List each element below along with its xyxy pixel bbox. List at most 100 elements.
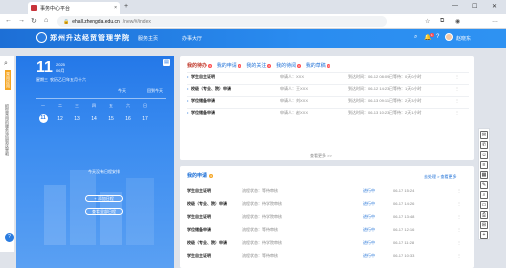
applications-more-link[interactable]: 去处理 > 查看更多 [424,174,457,180]
task-arrival-time: 到达时间：06-13 10:23 [348,110,390,115]
application-status: 进行中 [363,240,375,245]
task-row[interactable]: • 校级（专业、院）申请 申请人：王XXX 到达时间：06-12 14:23 已… [187,84,469,92]
search-icon[interactable]: ⌕ [414,34,417,41]
close-tab-icon[interactable]: × [114,5,117,11]
application-title[interactable]: 校级（专业、院）申请 [187,199,227,208]
browser-tab[interactable]: 事务中心平台 × [28,2,120,14]
add-event-button[interactable]: + 添加日程 [85,195,123,202]
campus-illustration [44,170,154,245]
plus-icon[interactable]: + [480,231,488,239]
new-tab-button[interactable]: + [124,3,128,10]
application-row[interactable]: 学生自主证明 流程状态：等待审核 进行中 06-17 15:24 ⋮ [187,186,469,195]
task-arrival-time: 到达时间：06-12 14:23 [348,86,390,91]
application-row[interactable]: 学生自主证明 流程状态：待学院审核 进行中 06-17 13:48 ⋮ [187,212,469,221]
more-options-icon[interactable]: ⋮ [455,85,459,93]
view-all-events-button[interactable]: 查看全部日程 [85,208,123,215]
username[interactable]: 赵晓东 [456,35,471,42]
chat-icon[interactable]: ✉ [480,131,488,139]
task-title[interactable]: 学位储备申请 [191,109,215,117]
more-options-icon[interactable]: ⋮ [457,199,461,208]
list-icon[interactable]: ≡ [480,161,488,169]
help-icon[interactable]: ? [436,34,439,40]
edit-icon[interactable]: ✎ [480,181,488,189]
more-options-icon[interactable]: ⋮ [455,109,459,117]
search-icon[interactable]: ⌕ [480,191,488,199]
load-more-link[interactable]: 查看更多 >> [310,153,332,159]
more-options-icon[interactable]: ⋮ [457,251,461,260]
application-title[interactable]: 学生自主证明 [187,251,211,260]
task-title[interactable]: 校级（专业、院）申请 [191,85,231,93]
reload-icon[interactable]: ↻ [31,17,37,25]
address-bar[interactable]: 🔒 ehall.zhengda.edu.cn /new/#/index [57,16,387,27]
task-title[interactable]: 学生自主证明 [191,73,215,81]
profile-icon[interactable]: ◉ [455,18,460,25]
more-options-icon[interactable]: ⋮ [455,97,459,105]
printer-icon[interactable]: ⎙ [480,211,488,219]
minimize-icon[interactable]: — [452,3,458,9]
calendar-day[interactable]: 12 [53,116,67,122]
menu-icon[interactable]: … [492,18,498,24]
calendar-day-selected[interactable]: 11 [38,114,48,123]
back-icon[interactable]: ← [5,17,12,24]
nav-home[interactable]: 服务主页 [138,35,158,42]
task-applicant: 申请人：王XXX [280,86,309,91]
search-icon[interactable]: ⌕ [4,60,8,68]
grid-icon[interactable]: ⊞ [480,221,488,229]
more-options-icon[interactable]: ⋮ [457,212,461,221]
calendar-weekday: 星期三 [36,77,48,82]
school-logo[interactable]: 郑州升达经贸管理学院 [36,32,130,43]
task-row[interactable]: • 学位储备申请 申请人：赵XXX 到达时间：06-13 10:23 已等待：2… [187,108,469,116]
tab-my-drafts[interactable]: 我的草稿 0 [306,62,331,69]
tab-my-todo[interactable]: 我的待办 4 [187,62,212,69]
more-options-icon[interactable]: ⋮ [457,186,461,195]
calendar-day[interactable]: 14 [87,116,101,122]
today-label[interactable]: 今天 [118,88,126,94]
tab-my-following[interactable]: 我的关注 0 [246,62,272,69]
calendar-icon[interactable]: ▦ [480,171,488,179]
calendar-day[interactable]: 15 [104,116,118,122]
maximize-icon[interactable]: ☐ [472,3,477,10]
nav-service-hall[interactable]: 办事大厅 [182,35,202,42]
calendar-day[interactable]: 13 [70,116,84,122]
close-window-icon[interactable]: ✕ [492,3,497,10]
application-row[interactable]: 学位储备申请 流程状态：等待审核 进行中 06-17 12:16 ⋮ [187,225,469,234]
favorites-icon[interactable]: ☆ [425,18,430,25]
avatar[interactable] [445,33,453,41]
favorite-apps-tab[interactable]: 常用应用 [5,70,11,90]
task-title[interactable]: 学位储备申请 [191,97,215,105]
application-date: 06-17 15:24 [393,188,415,193]
applications-count: 4 [209,173,213,178]
lock-icon: 🔒 [63,18,70,25]
application-flow-status: 流程状态：待学院审核 [242,214,282,219]
more-options-icon[interactable]: ⋮ [457,238,461,247]
tab-my-applications[interactable]: 我的申请 4 [217,62,242,69]
tab-my-to-read[interactable]: 我的待阅 0 [276,62,301,69]
home-icon[interactable]: ⌂ [44,17,48,24]
calendar-day[interactable]: 17 [138,116,152,122]
notification-badge: 1 [430,33,434,37]
calendar-settings-icon[interactable]: ▤ [163,59,170,66]
user-icon[interactable]: ☺ [480,151,488,159]
more-options-icon[interactable]: ⋮ [457,225,461,234]
forward-icon[interactable]: → [18,17,25,24]
application-title[interactable]: 学生自主证明 [187,186,211,195]
application-row[interactable]: 校级（专业、院）申请 流程状态：待学院审核 进行中 06-17 11:28 ⋮ [187,238,469,247]
application-title[interactable]: 校级（专业、院）申请 [187,238,227,247]
more-options-icon[interactable]: ⋮ [455,73,459,81]
no-event-message: 今天没有日程安排 [88,169,120,174]
application-title[interactable]: 学生自主证明 [187,212,211,221]
doc-icon[interactable]: ▭ [480,201,488,209]
collections-icon[interactable]: ⧉ [440,18,444,25]
back-to-today-button[interactable]: 回到今天 [147,88,163,94]
task-applicant: 申请人：刘XXX [280,98,309,103]
task-row[interactable]: • 学生自主证明 申请人：XXX 到达时间：06-12 08:09 已等待：0天… [187,72,469,80]
application-flow-status: 流程状态：等待审核 [242,188,278,193]
school-name: 郑州升达经贸管理学院 [50,32,130,42]
task-row[interactable]: • 学位储备申请 申请人：刘XXX 到达时间：06-13 09:11 已等待：2… [187,96,469,104]
mail-icon[interactable]: ✆ [480,141,488,149]
application-title[interactable]: 学位储备申请 [187,225,211,234]
calendar-day[interactable]: 16 [121,116,135,122]
application-row[interactable]: 学生自主证明 流程状态：等待审核 进行中 06-17 10:33 ⋮ [187,251,469,260]
application-row[interactable]: 校级（专业、院）申请 流程状态：待学院审核 进行中 06-17 14:26 ⋮ [187,199,469,208]
help-circle-icon[interactable]: ? [5,233,14,242]
